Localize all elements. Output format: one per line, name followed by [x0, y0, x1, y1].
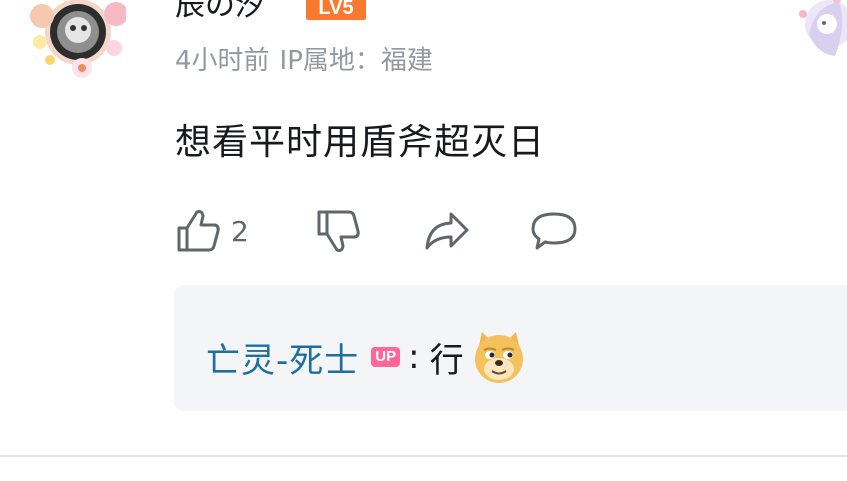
like-button[interactable]: 2	[175, 207, 249, 255]
divider	[0, 455, 847, 457]
like-count: 2	[231, 214, 249, 248]
reply-username[interactable]: 亡灵-死士	[206, 333, 359, 382]
up-badge: UP	[371, 347, 401, 367]
comment-time: 4小时前	[175, 46, 270, 76]
level-badge: LV5	[306, 0, 366, 20]
avatar-frame-icon	[30, 0, 128, 78]
reply-button[interactable]	[529, 207, 579, 255]
reply-item: 亡灵-死士 UP : 行	[206, 332, 528, 383]
share-button[interactable]	[423, 207, 471, 255]
level-badge-text: LV5	[318, 0, 353, 19]
reply-preview[interactable]: 亡灵-死士 UP : 行	[174, 285, 847, 411]
comment-page: 辰の汐 LV5 4小时前 IP属地：福建 想看平时用盾斧超灭日 2 亡灵-死士 …	[0, 0, 847, 481]
comment-icon	[531, 212, 577, 250]
comment-username[interactable]: 辰の汐	[175, 0, 265, 26]
user-avatar[interactable]	[28, 0, 128, 82]
reply-text: 行	[429, 340, 464, 381]
ip-location: IP属地：福建	[279, 46, 433, 76]
reply-separator: :	[408, 337, 420, 377]
comment-meta: 4小时前 IP属地：福建	[175, 44, 433, 78]
decoration-character-icon	[799, 0, 847, 56]
dislike-button[interactable]	[315, 207, 361, 255]
doge-emote-icon	[474, 332, 523, 383]
share-icon	[425, 212, 469, 250]
dress-up-decoration	[795, 0, 847, 64]
thumb-up-icon	[177, 210, 220, 252]
comment-text: 想看平时用盾斧超灭日	[175, 122, 546, 163]
thumb-down-icon	[317, 210, 360, 252]
